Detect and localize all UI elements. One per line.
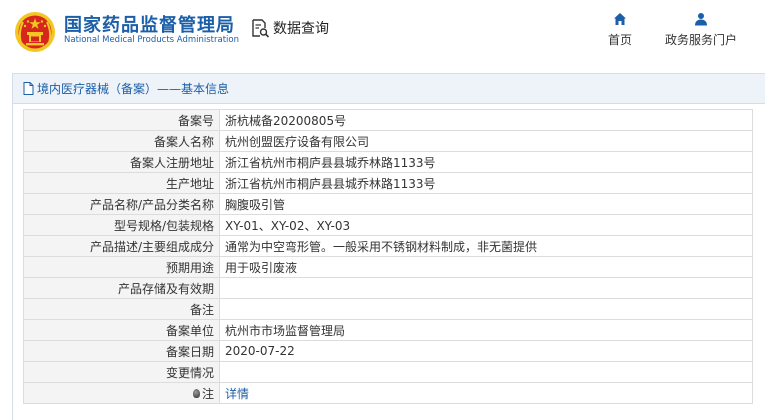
panel-title-bar: 境内医疗器械（备案）——基本信息 <box>13 74 765 104</box>
field-label: 产品存储及有效期 <box>23 277 220 299</box>
field-value: 浙江省杭州市桐庐县县城乔林路1133号 <box>219 172 753 194</box>
info-panel: 境内医疗器械（备案）——基本信息 备案号 浙杭械备20200805号 备案人名称 杭州… <box>12 73 765 420</box>
info-table-body: 备案号 浙杭械备20200805号 备案人名称 杭州创盟医疗设备有限公司 备案人注册地址… <box>23 109 753 383</box>
field-label: 预期用途 <box>23 256 220 278</box>
nav-home[interactable]: 首页 <box>608 12 632 48</box>
field-value <box>219 361 753 383</box>
table-row: 产品名称/产品分类名称 胸腹吸引管 <box>23 193 753 215</box>
table-row: 备案人名称 杭州创盟医疗设备有限公司 <box>23 130 753 152</box>
document-icon <box>23 82 34 95</box>
details-link[interactable]: 详情 <box>225 387 249 401</box>
table-row: 产品描述/主要组成成分 通常为中空弯形管。一般采用不锈钢材料制成，非无菌提供 <box>23 235 753 257</box>
note-value-cell: 详情 <box>219 382 753 404</box>
nav-home-label: 首页 <box>608 33 633 47</box>
field-label: 变更情况 <box>23 361 220 383</box>
table-row: 预期用途 用于吸引废液 <box>23 256 753 278</box>
table-row: 备注 <box>23 298 753 320</box>
table-row: 备案号 浙杭械备20200805号 <box>23 109 753 131</box>
data-query-link[interactable]: 数据查询 <box>250 18 329 38</box>
field-value: 杭州创盟医疗设备有限公司 <box>219 130 753 152</box>
document-search-icon <box>252 19 270 38</box>
field-value: 浙杭械备20200805号 <box>219 109 753 131</box>
field-label: 备案日期 <box>23 340 220 362</box>
field-value: 浙江省杭州市桐庐县县城乔林路1133号 <box>219 151 753 173</box>
table-row: 备案单位 杭州市市场监督管理局 <box>23 319 753 341</box>
field-label: 生产地址 <box>23 172 220 194</box>
panel-title: 境内医疗器械（备案）——基本信息 <box>37 82 230 96</box>
field-value <box>219 298 753 320</box>
brand-name-en: National Medical Products Administration <box>64 35 239 45</box>
field-label: 备案单位 <box>23 319 220 341</box>
national-emblem-icon <box>15 12 55 52</box>
field-label: 备注 <box>23 298 220 320</box>
brand-name: 国家药品监督管理局 <box>64 15 235 36</box>
data-query-label: 数据查询 <box>273 21 329 37</box>
table-row-note: 注 详情 <box>23 382 753 404</box>
nav-portal-label: 政务服务门户 <box>665 33 738 47</box>
field-label: 型号规格/包装规格 <box>23 214 220 236</box>
note-label-cell: 注 <box>23 382 220 404</box>
nav-service-portal[interactable]: 政务服务门户 <box>665 12 737 48</box>
table-row: 型号规格/包装规格 XY-01、XY-02、XY-03 <box>23 214 753 236</box>
table-row: 产品存储及有效期 <box>23 277 753 299</box>
field-label: 产品名称/产品分类名称 <box>23 193 220 215</box>
field-value: 胸腹吸引管 <box>219 193 753 215</box>
field-label: 备案号 <box>23 109 220 131</box>
field-value: 用于吸引废液 <box>219 256 753 278</box>
table-row: 备案日期 2020-07-22 <box>23 340 753 362</box>
bulb-icon <box>192 388 200 398</box>
site-header: 国家药品监督管理局 National Medical Products Admi… <box>0 0 765 66</box>
field-label: 产品描述/主要组成成分 <box>23 235 220 257</box>
field-value: 通常为中空弯形管。一般采用不锈钢材料制成，非无菌提供 <box>219 235 753 257</box>
table-row: 备案人注册地址 浙江省杭州市桐庐县县城乔林路1133号 <box>23 151 753 173</box>
home-icon <box>614 13 626 25</box>
field-value <box>219 277 753 299</box>
field-value: 2020-07-22 <box>219 340 753 362</box>
info-table: 备案号 浙杭械备20200805号 备案人名称 杭州创盟医疗设备有限公司 备案人注册地址… <box>23 109 753 404</box>
field-label: 备案人名称 <box>23 130 220 152</box>
table-row: 生产地址 浙江省杭州市桐庐县县城乔林路1133号 <box>23 172 753 194</box>
user-icon <box>695 13 707 26</box>
field-label: 备案人注册地址 <box>23 151 220 173</box>
field-value: XY-01、XY-02、XY-03 <box>219 214 753 236</box>
field-value: 杭州市市场监督管理局 <box>219 319 753 341</box>
table-row: 变更情况 <box>23 361 753 383</box>
note-label: 注 <box>201 386 214 401</box>
